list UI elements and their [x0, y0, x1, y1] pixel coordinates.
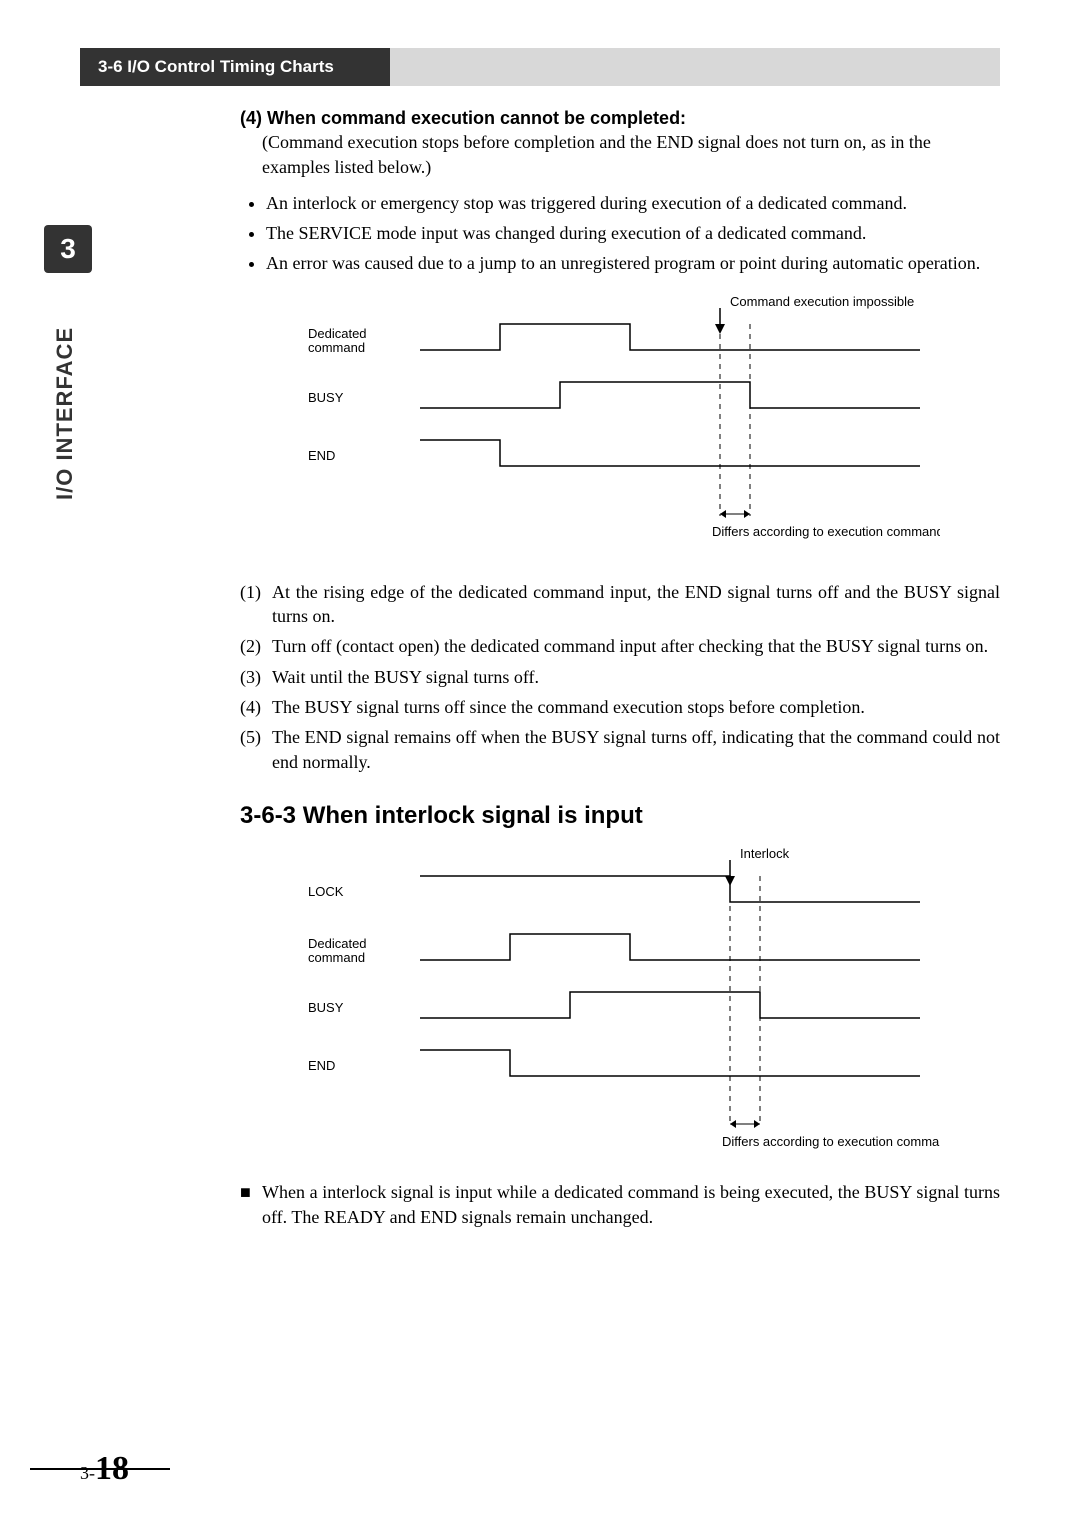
section-4-intro: (Command execution stops before completi… — [262, 130, 1000, 179]
header-bar: 3-6 I/O Control Timing Charts — [80, 48, 1000, 86]
svg-text:Differs according to execution: Differs according to execution command — [722, 1134, 940, 1149]
bullet-list: An interlock or emergency stop was trigg… — [266, 191, 1000, 276]
page-number: 3-18 — [80, 1450, 129, 1488]
list-item: An interlock or emergency stop was trigg… — [266, 191, 1000, 215]
timing-diagram-2: Interlock LOCK Dedicatedcommand BUSY END Diff… — [300, 840, 940, 1170]
svg-text:BUSY: BUSY — [308, 390, 344, 405]
list-item: (5)The END signal remains off when the B… — [240, 725, 1000, 774]
svg-text:Dedicated: Dedicated — [308, 936, 367, 951]
timing-diagram-1: Command execution impossible Dedicatedcom… — [300, 288, 940, 568]
svg-text:Dedicated: Dedicated — [308, 326, 367, 341]
list-item: (1)At the rising edge of the dedicated c… — [240, 580, 1000, 629]
list-item: (4)The BUSY signal turns off since the c… — [240, 695, 1000, 719]
list-item: (3)Wait until the BUSY signal turns off. — [240, 665, 1000, 689]
interlock-paragraph: ■ When a interlock signal is input while… — [240, 1180, 1000, 1229]
svg-text:command: command — [308, 950, 365, 965]
svg-text:LOCK: LOCK — [308, 884, 344, 899]
heading-3-6-3: 3-6-3 When interlock signal is input — [240, 800, 1000, 832]
content-area: (4) When command execution cannot be com… — [240, 100, 1000, 1448]
page-num: 18 — [95, 1450, 129, 1487]
svg-text:command: command — [308, 340, 365, 355]
section-4-title: (4) When command execution cannot be com… — [240, 106, 1000, 130]
svg-text:END: END — [308, 1058, 335, 1073]
page-prefix: 3- — [80, 1463, 95, 1483]
svg-text:Differs according to execution: Differs according to execution command — [712, 524, 940, 539]
svg-text:BUSY: BUSY — [308, 1000, 344, 1015]
side-chapter-title: I/O INTERFACE — [52, 327, 78, 500]
svg-text:END: END — [308, 448, 335, 463]
svg-text:Interlock: Interlock — [740, 846, 790, 861]
numbered-steps: (1)At the rising edge of the dedicated c… — [240, 580, 1000, 774]
chapter-tab: 3 — [44, 225, 92, 273]
interlock-text: When a interlock signal is input while a… — [262, 1180, 1000, 1229]
list-item: (2)Turn off (contact open) the dedicated… — [240, 634, 1000, 658]
list-item: An error was caused due to a jump to an … — [266, 251, 1000, 275]
breadcrumb: 3-6 I/O Control Timing Charts — [80, 48, 390, 86]
square-bullet-icon: ■ — [240, 1180, 262, 1229]
list-item: The SERVICE mode input was changed durin… — [266, 221, 1000, 245]
svg-text:Command execution impossible: Command execution impossible — [730, 294, 914, 309]
